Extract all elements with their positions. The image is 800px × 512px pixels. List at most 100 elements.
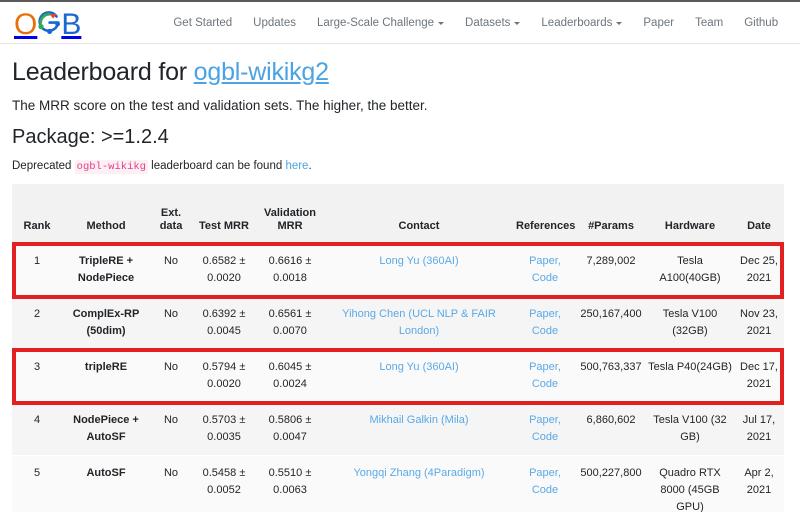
cell-test-mrr: 0.5458 ± 0.0052: [192, 456, 256, 512]
col-header-date-l2: Date: [747, 220, 771, 232]
paper-link[interactable]: Paper,: [529, 414, 561, 426]
col-header-ext-data[interactable]: Ext. data: [150, 184, 192, 244]
code-link[interactable]: Code: [532, 378, 558, 390]
col-header-rank[interactable]: Rank: [12, 184, 62, 244]
chevron-down-icon: [616, 22, 622, 25]
col-header-method-l2: Method: [86, 220, 125, 232]
col-header-contact[interactable]: Contact: [324, 184, 514, 244]
cell-references: Paper, Code: [514, 350, 576, 403]
cell-hardware: Tesla A100(40GB): [646, 244, 734, 297]
contact-link[interactable]: Mikhail Galkin (Mila): [369, 414, 468, 426]
table-body: 1 TripleRE + NodePiece No 0.6582 ± 0.002…: [12, 244, 784, 512]
col-header-validation-mrr-l1: Validation: [264, 207, 316, 219]
col-header-test-mrr[interactable]: Test MRR: [192, 184, 256, 244]
cell-method: ComplEx-RP (50dim): [62, 297, 150, 350]
contact-link[interactable]: Long Yu (360AI): [379, 361, 458, 373]
cell-rank: 3: [12, 350, 62, 403]
cell-hardware: Tesla V100 (32GB): [646, 297, 734, 350]
cell-date: Jul 17, 2021: [734, 403, 784, 456]
page-subtitle: The MRR score on the test and validation…: [12, 98, 788, 113]
nav-item-github[interactable]: Github: [744, 17, 778, 29]
col-header-hardware[interactable]: Hardware: [646, 184, 734, 244]
code-link[interactable]: Code: [532, 272, 558, 284]
col-header-validation-mrr[interactable]: Validation MRR: [256, 184, 324, 244]
deprecated-code: ogbl-wikikg: [75, 160, 148, 174]
cell-references: Paper, Code: [514, 456, 576, 512]
nav-item-get-started-label: Get Started: [173, 17, 232, 29]
nav-item-team-label: Team: [695, 17, 723, 29]
cell-rank: 2: [12, 297, 62, 350]
logo-letter-g-icon: [36, 9, 62, 37]
cell-test-mrr: 0.6392 ± 0.0045: [192, 297, 256, 350]
nav-item-team[interactable]: Team: [695, 17, 723, 29]
table-row: 2 ComplEx-RP (50dim) No 0.6392 ± 0.0045 …: [12, 297, 784, 350]
dataset-link[interactable]: ogbl-wikikg2: [194, 58, 329, 86]
nav-item-paper-label: Paper: [643, 17, 674, 29]
code-link[interactable]: Code: [532, 484, 558, 496]
cell-method: NodePiece + AutoSF: [62, 403, 150, 456]
cell-params: 7,289,002: [576, 244, 646, 297]
cell-method: AutoSF: [62, 456, 150, 512]
cell-method: TripleRE + NodePiece: [62, 244, 150, 297]
paper-link[interactable]: Paper,: [529, 467, 561, 479]
cell-validation-mrr: 0.6045 ± 0.0024: [256, 350, 324, 403]
nav-item-get-started[interactable]: Get Started: [173, 17, 232, 29]
col-header-date[interactable]: Date: [734, 184, 784, 244]
deprecated-note: Deprecated ogbl-wikikg leaderboard can b…: [12, 160, 788, 173]
cell-params: 500,763,337: [576, 350, 646, 403]
cell-contact: Yongqi Zhang (4Paradigm): [324, 456, 514, 512]
cell-contact: Yihong Chen (UCL NLP & FAIR London): [324, 297, 514, 350]
nav-item-paper[interactable]: Paper: [643, 17, 674, 29]
paper-link[interactable]: Paper,: [529, 361, 561, 373]
nav-item-large-scale-challenge-label: Large-Scale Challenge: [317, 17, 434, 29]
nav-item-datasets-label: Datasets: [465, 17, 510, 29]
table-row: 1 TripleRE + NodePiece No 0.6582 ± 0.002…: [12, 244, 784, 297]
logo-letter-b: B: [61, 10, 81, 40]
col-header-test-mrr-l2: Test MRR: [199, 220, 249, 232]
cell-hardware: Tesla V100 (32 GB): [646, 403, 734, 456]
page-root: O B Get Started Updates La: [0, 0, 800, 512]
cell-date: Dec 25, 2021: [734, 244, 784, 297]
cell-rank: 4: [12, 403, 62, 456]
page-title: Leaderboard for ogbl-wikikg2: [12, 58, 788, 87]
paper-link[interactable]: Paper,: [529, 308, 561, 320]
nav-item-leaderboards-label: Leaderboards: [541, 17, 612, 29]
cell-validation-mrr: 0.5806 ± 0.0047: [256, 403, 324, 456]
col-header-params[interactable]: #Params: [576, 184, 646, 244]
nav-item-updates[interactable]: Updates: [253, 17, 296, 29]
cell-contact: Mikhail Galkin (Mila): [324, 403, 514, 456]
cell-ext-data: No: [150, 297, 192, 350]
contact-link[interactable]: Yongqi Zhang (4Paradigm): [353, 467, 484, 479]
col-header-method[interactable]: Method: [62, 184, 150, 244]
nav-item-datasets[interactable]: Datasets: [465, 17, 520, 29]
cell-rank: 1: [12, 244, 62, 297]
package-heading: Package: >=1.2.4: [12, 126, 788, 149]
deprecated-mid: leaderboard can be found: [148, 160, 285, 172]
contact-link[interactable]: Long Yu (360AI): [379, 255, 458, 267]
table-row: 4 NodePiece + AutoSF No 0.5703 ± 0.0035 …: [12, 403, 784, 456]
leaderboard-table-wrapper: Rank Method Ext. data Test MRR: [12, 184, 788, 512]
logo-letter-o: O: [14, 10, 37, 40]
code-link[interactable]: Code: [532, 431, 558, 443]
cell-test-mrr: 0.6582 ± 0.0020: [192, 244, 256, 297]
contact-link[interactable]: Yihong Chen (UCL NLP & FAIR London): [342, 308, 496, 337]
nav-item-large-scale-challenge[interactable]: Large-Scale Challenge: [317, 17, 444, 29]
nav-item-leaderboards[interactable]: Leaderboards: [541, 17, 622, 29]
nav-item-github-label: Github: [744, 17, 778, 29]
col-header-references-l2: References: [516, 220, 575, 232]
cell-method: tripleRE: [62, 350, 150, 403]
col-header-ext-data-l2: data: [160, 220, 183, 232]
cell-validation-mrr: 0.5510 ± 0.0063: [256, 456, 324, 512]
cell-rank: 5: [12, 456, 62, 512]
col-header-contact-l2: Contact: [399, 220, 440, 232]
code-link[interactable]: Code: [532, 325, 558, 337]
paper-link[interactable]: Paper,: [529, 255, 561, 267]
cell-params: 250,167,400: [576, 297, 646, 350]
deprecated-here-link[interactable]: here: [285, 160, 308, 172]
cell-ext-data: No: [150, 456, 192, 512]
col-header-ext-data-l1: Ext.: [161, 207, 181, 219]
col-header-references[interactable]: References: [514, 184, 576, 244]
cell-validation-mrr: 0.6561 ± 0.0070: [256, 297, 324, 350]
ogb-logo[interactable]: O B: [14, 6, 81, 40]
cell-validation-mrr: 0.6616 ± 0.0018: [256, 244, 324, 297]
